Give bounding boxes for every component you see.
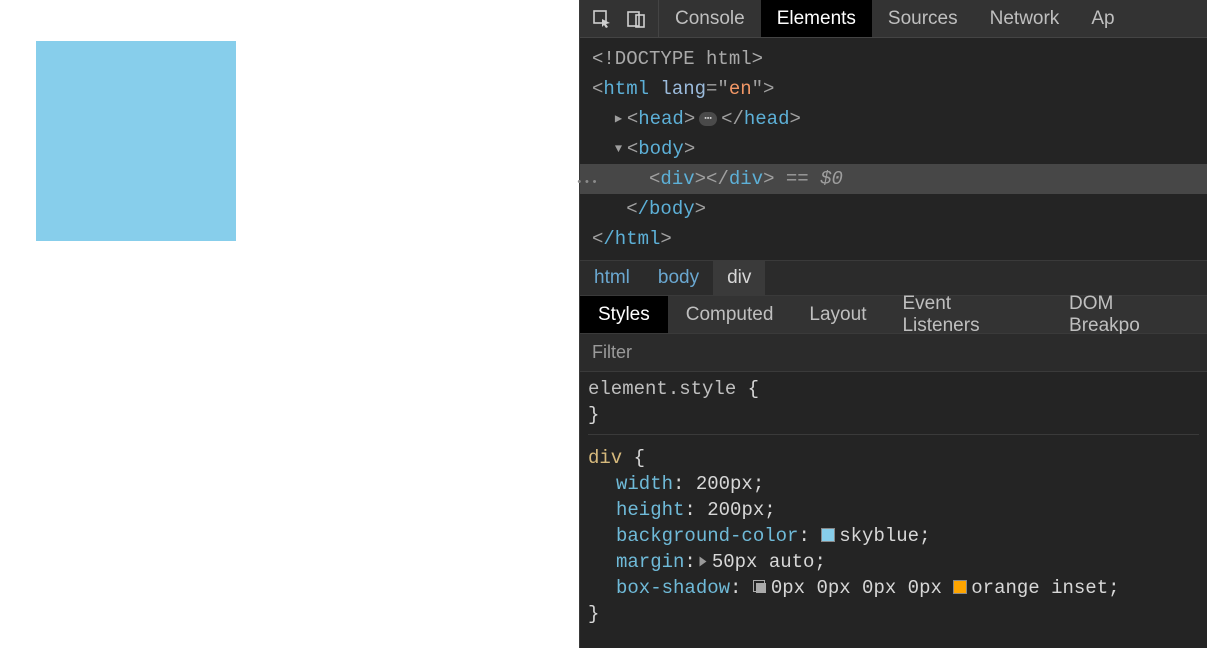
decl-margin[interactable]: margin:50px auto;: [588, 549, 1199, 575]
dom-selected-div[interactable]: <div></div> == $0: [580, 164, 1207, 194]
dom-head[interactable]: ▶<head>⋯</head>: [580, 104, 1207, 134]
dom-breadcrumb: html body div: [580, 260, 1207, 296]
preview-div-box: [36, 41, 236, 241]
dom-html-open[interactable]: <html lang="en">: [580, 74, 1207, 104]
styles-subtabs: Styles Computed Layout Event Listeners D…: [580, 296, 1207, 334]
dom-tree[interactable]: <!DOCTYPE html> <html lang="en"> ▶<head>…: [580, 38, 1207, 260]
expand-shorthand-icon[interactable]: [699, 556, 706, 566]
subtab-event-listeners[interactable]: Event Listeners: [884, 296, 1051, 333]
color-swatch-icon[interactable]: [953, 580, 967, 594]
devtools-panel: Console Elements Sources Network Ap <!DO…: [579, 0, 1207, 648]
expand-triangle-icon[interactable]: ▶: [615, 104, 627, 134]
page-preview: [0, 0, 579, 648]
subtab-dom-breakpoints[interactable]: DOM Breakpo: [1051, 296, 1207, 333]
device-toggle-icon[interactable]: [626, 9, 646, 29]
styles-filter: [580, 334, 1207, 372]
crumb-div[interactable]: div: [713, 261, 765, 295]
devtools-tabbar: Console Elements Sources Network Ap: [580, 0, 1207, 38]
subtab-layout[interactable]: Layout: [791, 296, 884, 333]
tab-application[interactable]: Ap: [1075, 0, 1130, 37]
subtab-computed[interactable]: Computed: [668, 296, 792, 333]
decl-box-shadow[interactable]: box-shadow: 0px 0px 0px 0px orange inset…: [588, 575, 1199, 601]
collapse-triangle-icon[interactable]: ▼: [615, 134, 627, 164]
inspect-element-icon[interactable]: [592, 9, 612, 29]
toolbar-icon-group: [580, 0, 659, 37]
crumb-body[interactable]: body: [644, 261, 713, 295]
color-swatch-icon[interactable]: [821, 528, 835, 542]
styles-pane[interactable]: element.style { } div { width: 200px; he…: [580, 372, 1207, 647]
selector-element-style[interactable]: element.style: [588, 378, 736, 400]
styles-filter-input[interactable]: [590, 341, 1207, 364]
rule-element-style[interactable]: element.style { }: [588, 376, 1199, 435]
crumb-html[interactable]: html: [580, 261, 644, 295]
subtab-styles[interactable]: Styles: [580, 296, 668, 333]
dom-body-close[interactable]: </body>: [580, 194, 1207, 224]
decl-width[interactable]: width: 200px;: [588, 471, 1199, 497]
tab-network[interactable]: Network: [974, 0, 1076, 37]
tab-elements[interactable]: Elements: [761, 0, 872, 37]
ellipsis-icon[interactable]: ⋯: [699, 112, 717, 126]
dom-body-open[interactable]: ▼<body>: [580, 134, 1207, 164]
dom-doctype[interactable]: <!DOCTYPE html>: [580, 44, 1207, 74]
tab-sources[interactable]: Sources: [872, 0, 974, 37]
rule-div[interactable]: div { width: 200px; height: 200px; backg…: [588, 445, 1199, 633]
decl-background-color[interactable]: background-color: skyblue;: [588, 523, 1199, 549]
tab-console[interactable]: Console: [659, 0, 761, 37]
dom-html-close[interactable]: </html>: [580, 224, 1207, 254]
shadow-editor-icon[interactable]: [753, 580, 767, 594]
decl-height[interactable]: height: 200px;: [588, 497, 1199, 523]
selector-div[interactable]: div: [588, 447, 622, 469]
